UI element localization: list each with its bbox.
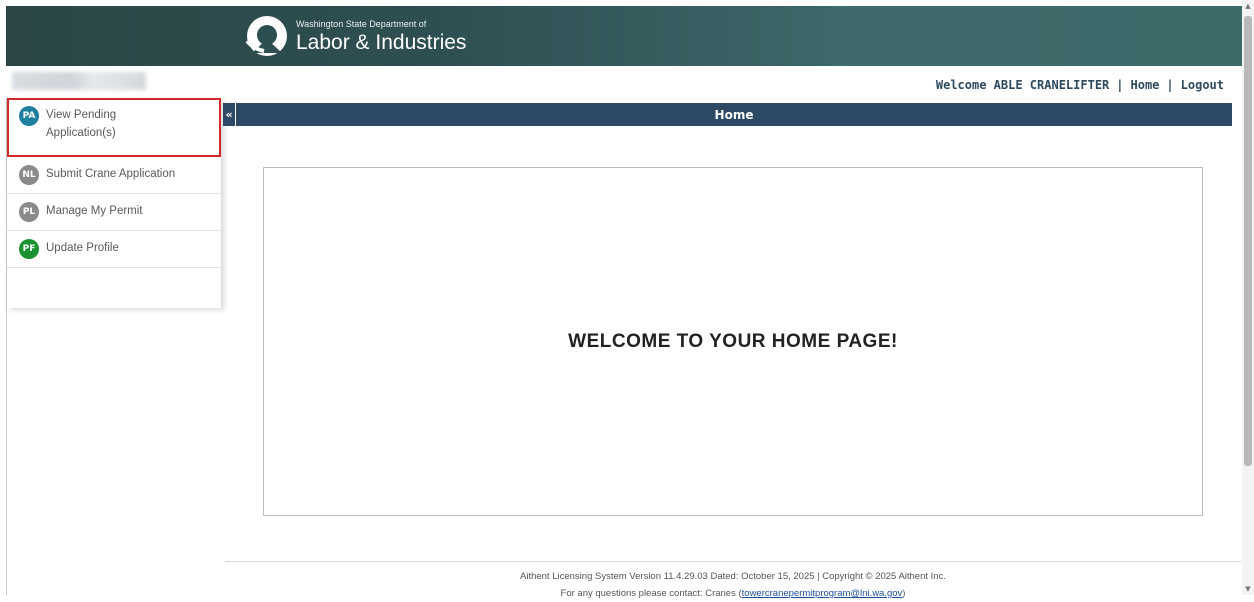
sidebar-item-label: Submit Crane Application <box>46 168 176 180</box>
page-title: Home <box>714 107 754 122</box>
header-banner: Washington State Department of Labor & I… <box>6 6 1242 66</box>
pa-badge-icon: PA <box>19 106 39 126</box>
sidebar-item-submit-crane-application[interactable]: NL Submit Crane Application <box>7 157 221 194</box>
pf-badge-icon: PF <box>19 239 39 259</box>
top-nav: Welcome ABLE CRANELIFTER | Home | Logout <box>936 78 1224 92</box>
lni-logo-icon <box>245 16 287 56</box>
scroll-down-arrow-icon[interactable]: ▼ <box>1244 585 1252 593</box>
footer-contact-prefix: For any questions please contact: Cranes… <box>560 588 742 599</box>
sidebar-item-manage-my-permit[interactable]: PL Manage My Permit <box>7 194 221 231</box>
scroll-up-arrow-icon[interactable]: ▲ <box>1244 2 1252 10</box>
collapse-sidebar-button[interactable]: « <box>223 103 235 126</box>
agency-logo[interactable]: Washington State Department of Labor & I… <box>242 12 466 60</box>
footer: Aithent Licensing System Version 11.4.29… <box>225 568 1241 602</box>
page-title-bar: Home <box>236 103 1232 126</box>
footer-contact-suffix: ) <box>902 588 906 599</box>
sidebar-item-label: View Pending Application(s) <box>46 109 117 140</box>
nav-separator: | <box>1116 78 1124 92</box>
logout-link[interactable]: Logout <box>1181 78 1224 92</box>
sidebar-item-update-profile[interactable]: PF Update Profile <box>7 231 221 268</box>
sidebar-item-label: Manage My Permit <box>46 205 143 217</box>
footer-divider <box>225 561 1241 562</box>
sidebar: PA View Pending Application(s) NL Submit… <box>6 98 221 595</box>
home-link[interactable]: Home <box>1131 78 1160 92</box>
double-chevron-left-icon: « <box>225 108 233 121</box>
footer-version: Aithent Licensing System Version 11.4.29… <box>520 571 946 582</box>
redacted-username <box>12 72 146 90</box>
contact-email-link[interactable]: towercranepermitprogram@lni.wa.gov <box>742 588 903 599</box>
welcome-panel: WELCOME TO YOUR HOME PAGE! <box>263 167 1203 516</box>
nl-badge-icon: NL <box>19 165 39 185</box>
agency-title: Labor & Industries <box>296 30 467 54</box>
sidebar-menu: PA View Pending Application(s) NL Submit… <box>7 98 221 308</box>
sidebar-item-view-pending-applications[interactable]: PA View Pending Application(s) <box>7 98 221 157</box>
footer-contact: For any questions please contact: Cranes… <box>225 585 1241 602</box>
nav-separator: | <box>1166 78 1174 92</box>
scroll-thumb[interactable] <box>1244 16 1252 466</box>
agency-subtitle: Washington State Department of <box>296 18 427 29</box>
welcome-heading: WELCOME TO YOUR HOME PAGE! <box>568 330 898 352</box>
welcome-text: Welcome ABLE CRANELIFTER <box>935 78 1110 92</box>
pl-badge-icon: PL <box>19 202 39 222</box>
page-scrollbar[interactable]: ▲ ▼ <box>1242 0 1254 595</box>
sidebar-item-label: Update Profile <box>46 242 119 254</box>
